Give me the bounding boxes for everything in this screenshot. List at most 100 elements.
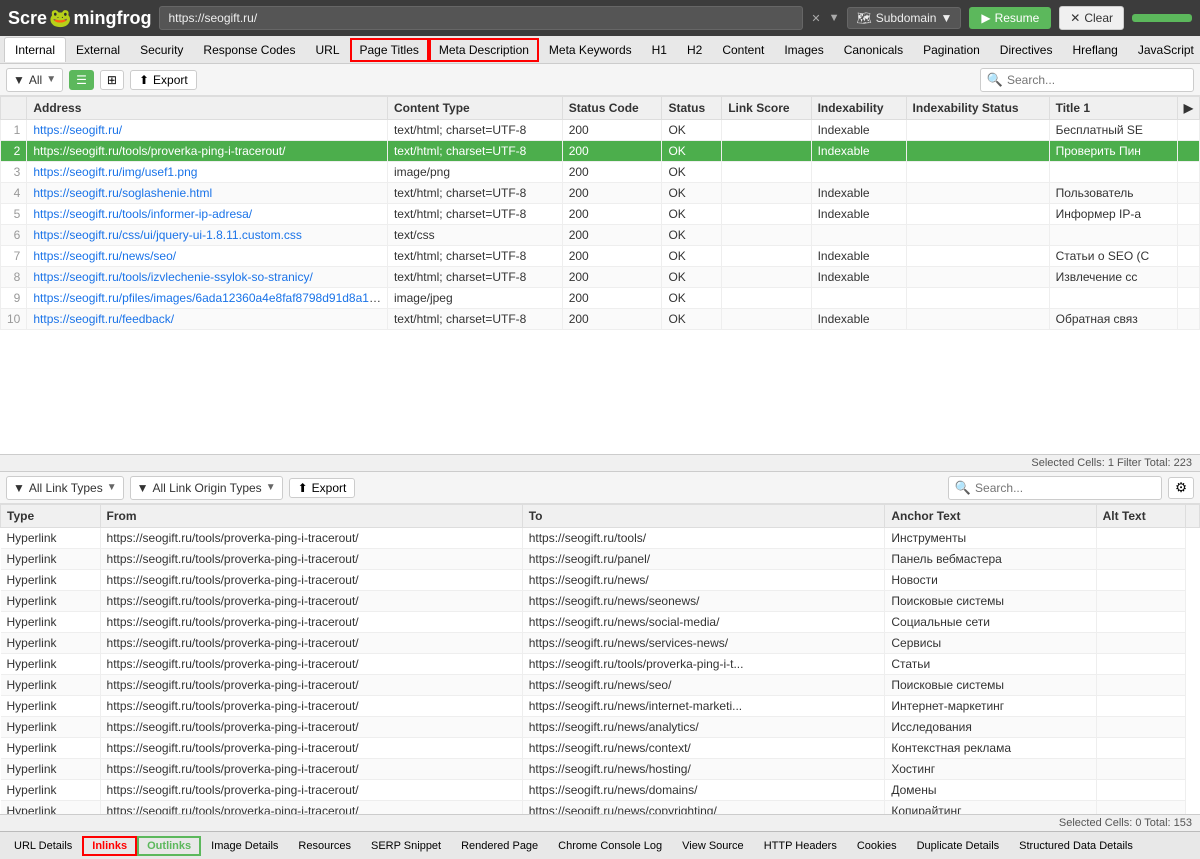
bottom-tab-rendered-page[interactable]: Rendered Page — [451, 836, 548, 856]
table-row[interactable]: 2 https://seogift.ru/tools/proverka-ping… — [1, 141, 1200, 162]
tab-page-titles[interactable]: Page Titles — [350, 38, 429, 62]
link-table-row[interactable]: Hyperlink https://seogift.ru/tools/prove… — [1, 675, 1200, 696]
address-link[interactable]: https://seogift.ru/ — [33, 123, 122, 137]
clear-button[interactable]: ✕ Clear — [1059, 6, 1124, 30]
link-filter-icon-button[interactable]: ⚙ — [1168, 477, 1194, 499]
link-table-row[interactable]: Hyperlink https://seogift.ru/tools/prove… — [1, 612, 1200, 633]
link-table-row[interactable]: Hyperlink https://seogift.ru/tools/prove… — [1, 591, 1200, 612]
bottom-tab-http-headers[interactable]: HTTP Headers — [754, 836, 847, 856]
address-link[interactable]: https://seogift.ru/css/ui/jquery-ui-1.8.… — [33, 228, 302, 242]
tab-content[interactable]: Content — [712, 38, 774, 62]
row-extra — [1177, 204, 1199, 225]
upper-table-scroll[interactable]: Address Content Type Status Code Status … — [0, 96, 1200, 454]
tree-view-button[interactable]: ⊞ — [100, 70, 124, 90]
table-row[interactable]: 5 https://seogift.ru/tools/informer-ip-a… — [1, 204, 1200, 225]
address-link[interactable]: https://seogift.ru/news/seo/ — [33, 249, 176, 263]
table-row[interactable]: 3 https://seogift.ru/img/usef1.png image… — [1, 162, 1200, 183]
link-table-row[interactable]: Hyperlink https://seogift.ru/tools/prove… — [1, 780, 1200, 801]
row-status-code: 200 — [562, 141, 662, 162]
link-table-row[interactable]: Hyperlink https://seogift.ru/tools/prove… — [1, 759, 1200, 780]
link-table-row[interactable]: Hyperlink https://seogift.ru/tools/prove… — [1, 801, 1200, 815]
row-status: OK — [662, 141, 722, 162]
table-row[interactable]: 10 https://seogift.ru/feedback/ text/htm… — [1, 309, 1200, 330]
subdomain-button[interactable]: 🗺 Subdomain ▼ — [847, 7, 961, 29]
link-to: https://seogift.ru/news/domains/ — [522, 780, 885, 801]
link-table-row[interactable]: Hyperlink https://seogift.ru/tools/prove… — [1, 528, 1200, 549]
table-row[interactable]: 6 https://seogift.ru/css/ui/jquery-ui-1.… — [1, 225, 1200, 246]
tab-external[interactable]: External — [66, 38, 130, 62]
address-link[interactable]: https://seogift.ru/tools/proverka-ping-i… — [33, 144, 285, 158]
col-address: Address — [27, 97, 388, 120]
tab-canonicals[interactable]: Canonicals — [834, 38, 913, 62]
table-row[interactable]: 1 https://seogift.ru/ text/html; charset… — [1, 120, 1200, 141]
bottom-tab-duplicate-details[interactable]: Duplicate Details — [907, 836, 1010, 856]
export-button[interactable]: ⬆ Export — [130, 70, 197, 90]
tab-h2[interactable]: H2 — [677, 38, 712, 62]
address-link[interactable]: https://seogift.ru/tools/izvlechenie-ssy… — [33, 270, 312, 284]
url-input[interactable] — [159, 6, 803, 30]
row-indexability-status — [906, 225, 1049, 246]
link-table-row[interactable]: Hyperlink https://seogift.ru/tools/prove… — [1, 738, 1200, 759]
table-row[interactable]: 7 https://seogift.ru/news/seo/ text/html… — [1, 246, 1200, 267]
link-table-row[interactable]: Hyperlink https://seogift.ru/tools/prove… — [1, 570, 1200, 591]
tab-internal[interactable]: Internal — [4, 37, 66, 62]
link-alt — [1096, 612, 1185, 633]
bottom-tab-image-details[interactable]: Image Details — [201, 836, 288, 856]
link-search-icon: 🔍 — [955, 480, 971, 496]
bottom-tab-serp-snippet[interactable]: SERP Snippet — [361, 836, 451, 856]
table-row[interactable]: 4 https://seogift.ru/soglashenie.html te… — [1, 183, 1200, 204]
row-status-code: 200 — [562, 267, 662, 288]
tab-response-codes[interactable]: Response Codes — [193, 38, 305, 62]
clear-icon: ✕ — [1070, 11, 1080, 25]
tab-security[interactable]: Security — [130, 38, 193, 62]
bottom-tab-resources[interactable]: Resources — [288, 836, 361, 856]
link-table-row[interactable]: Hyperlink https://seogift.ru/tools/prove… — [1, 654, 1200, 675]
tab-meta-keywords[interactable]: Meta Keywords — [539, 38, 642, 62]
link-table-row[interactable]: Hyperlink https://seogift.ru/tools/prove… — [1, 696, 1200, 717]
link-anchor: Инструменты — [885, 528, 1096, 549]
bottom-tab-view-source[interactable]: View Source — [672, 836, 754, 856]
row-extra — [1177, 267, 1199, 288]
bottom-tab-chrome-console-log[interactable]: Chrome Console Log — [548, 836, 672, 856]
extra-button[interactable] — [1132, 14, 1192, 22]
link-type-filter[interactable]: ▼ All Link Types ▼ — [6, 476, 124, 500]
bottom-tab-outlinks[interactable]: Outlinks — [137, 836, 201, 856]
address-link[interactable]: https://seogift.ru/feedback/ — [33, 312, 174, 326]
link-type: Hyperlink — [1, 633, 101, 654]
search-input[interactable] — [1007, 73, 1187, 87]
tab-h1[interactable]: H1 — [642, 38, 677, 62]
tab-meta-description[interactable]: Meta Description — [429, 38, 539, 62]
resume-button[interactable]: ▶ Resume — [969, 7, 1051, 29]
address-link[interactable]: https://seogift.ru/soglashenie.html — [33, 186, 212, 200]
address-link[interactable]: https://seogift.ru/pfiles/images/6ada123… — [33, 291, 385, 305]
link-table-row[interactable]: Hyperlink https://seogift.ru/tools/prove… — [1, 717, 1200, 738]
bottom-tab-url-details[interactable]: URL Details — [4, 836, 82, 856]
table-row[interactable]: 8 https://seogift.ru/tools/izvlechenie-s… — [1, 267, 1200, 288]
row-title1: Статьи о SEO (С — [1049, 246, 1177, 267]
filter-all-select[interactable]: ▼ All ▼ — [6, 68, 63, 92]
table-row[interactable]: 9 https://seogift.ru/pfiles/images/6ada1… — [1, 288, 1200, 309]
link-table-scroll[interactable]: Type From To Anchor Text Alt Text Hyperl… — [0, 504, 1200, 814]
tab-hreflang[interactable]: Hreflang — [1062, 38, 1127, 62]
tab-javascript[interactable]: JavaScript — [1128, 38, 1200, 62]
row-status: OK — [662, 267, 722, 288]
main-table-body: 1 https://seogift.ru/ text/html; charset… — [1, 120, 1200, 330]
link-origin-filter[interactable]: ▼ All Link Origin Types ▼ — [130, 476, 283, 500]
link-anchor: Хостинг — [885, 759, 1096, 780]
link-table-row[interactable]: Hyperlink https://seogift.ru/tools/prove… — [1, 549, 1200, 570]
address-link[interactable]: https://seogift.ru/img/usef1.png — [33, 165, 197, 179]
link-search-input[interactable] — [975, 481, 1155, 495]
link-anchor: Статьи — [885, 654, 1096, 675]
list-view-button[interactable]: ☰ — [69, 70, 94, 90]
link-search-box: 🔍 — [948, 476, 1162, 500]
bottom-tab-cookies[interactable]: Cookies — [847, 836, 907, 856]
link-table-row[interactable]: Hyperlink https://seogift.ru/tools/prove… — [1, 633, 1200, 654]
bottom-tab-inlinks[interactable]: Inlinks — [82, 836, 137, 856]
address-link[interactable]: https://seogift.ru/tools/informer-ip-adr… — [33, 207, 252, 221]
link-export-button[interactable]: ⬆ Export — [289, 478, 356, 498]
tab-pagination[interactable]: Pagination — [913, 38, 990, 62]
bottom-tab-structured-data-details[interactable]: Structured Data Details — [1009, 836, 1143, 856]
tab-url[interactable]: URL — [305, 38, 349, 62]
tab-images[interactable]: Images — [774, 38, 833, 62]
tab-directives[interactable]: Directives — [990, 38, 1063, 62]
